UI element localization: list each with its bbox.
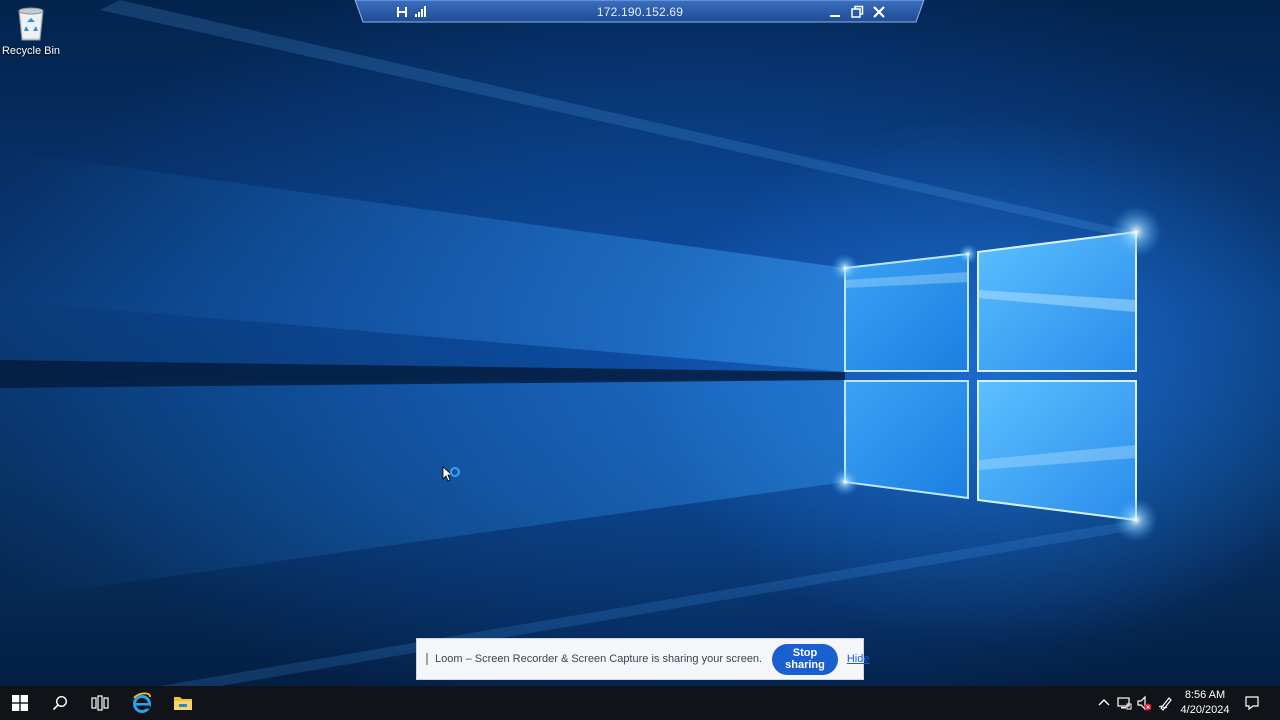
windows-logo-wallpaper: [0, 0, 1162, 686]
notifications-icon[interactable]: [1244, 695, 1260, 711]
start-windows-icon: [12, 695, 28, 711]
file-explorer-button[interactable]: [163, 686, 203, 720]
volume-muted-icon[interactable]: [1136, 695, 1152, 711]
task-view-button[interactable]: [80, 686, 120, 720]
rdp-host-address: 172.190.152.69: [596, 5, 684, 19]
loom-sharing-notification: Loom – Screen Recorder & Screen Capture …: [416, 638, 869, 680]
stop-sharing-button[interactable]: Stop sharing: [772, 643, 838, 675]
recycle-bin-label: Recycle Bin: [1, 45, 61, 57]
internet-explorer-button[interactable]: [122, 686, 162, 720]
drag-handle-icon[interactable]: [426, 653, 428, 665]
busy-cursor-icon: [442, 466, 460, 482]
chevron-up-icon[interactable]: [1096, 695, 1112, 711]
file-explorer-icon: [174, 697, 192, 710]
restore-icon[interactable]: [849, 4, 865, 20]
loom-sharing-message: Loom – Screen Recorder & Screen Capture …: [435, 653, 763, 665]
search-button[interactable]: [40, 686, 80, 720]
close-icon[interactable]: [871, 4, 887, 20]
start-button[interactable]: [0, 686, 40, 720]
taskbar: 8:56 AM 4/20/2024: [0, 686, 1280, 720]
network-icon[interactable]: [1116, 695, 1132, 711]
desktop-wallpaper: Recycle Bin 172.190.152.69 Loom – Screen…: [0, 0, 1280, 686]
pin-icon[interactable]: [395, 5, 409, 19]
clock-date: 4/20/2024: [1180, 704, 1230, 716]
task-view-icon: [91, 695, 109, 711]
pen-icon[interactable]: [1158, 695, 1174, 711]
remote-desktop-connection-bar[interactable]: 172.190.152.69: [0, 0, 1280, 24]
signal-strength-icon: [415, 6, 426, 17]
internet-explorer-icon: [133, 692, 151, 713]
hide-link[interactable]: Hide: [847, 653, 870, 665]
search-icon: [52, 695, 68, 711]
minimize-icon[interactable]: [827, 4, 843, 20]
clock-time: 8:56 AM: [1184, 689, 1226, 701]
clock[interactable]: 8:56 AM 4/20/2024: [1176, 688, 1234, 718]
